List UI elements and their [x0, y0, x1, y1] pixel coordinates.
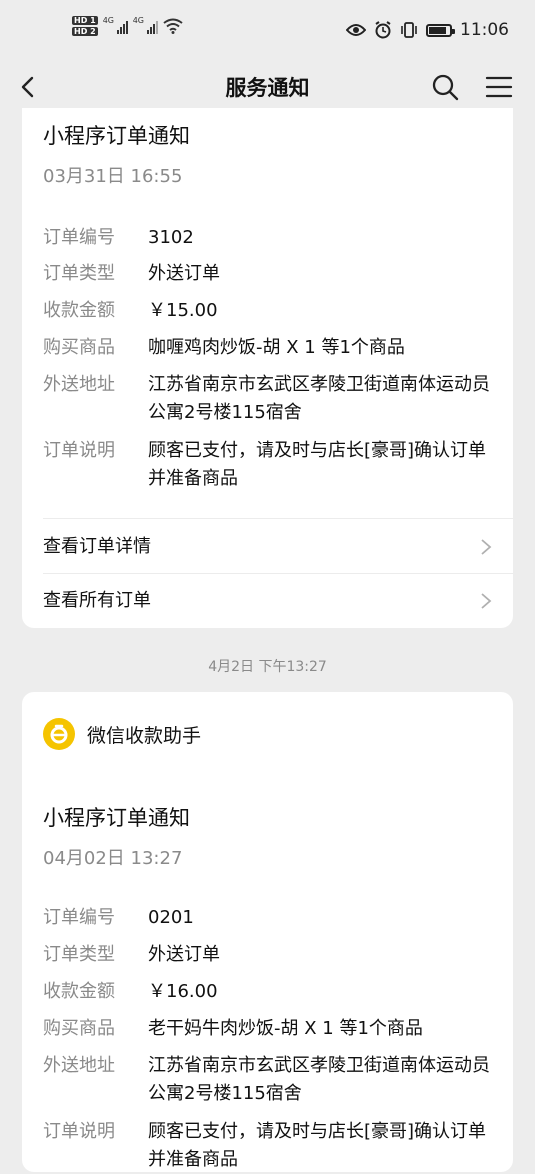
- detail-row: 收款金额 ￥15.00: [43, 297, 493, 325]
- row-value: 老干妈牛肉炒饭-胡 X 1 等1个商品: [148, 1018, 423, 1039]
- row-value: 江苏省南京市玄武区孝陵卫街道南体运动员公寓2号楼115宿舍: [148, 374, 490, 423]
- app-header[interactable]: 微信收款助手: [43, 718, 201, 750]
- row-value: 0201: [148, 907, 194, 928]
- row-label: 订单类型: [43, 263, 115, 284]
- signal-icon-2: 4G: [133, 16, 158, 34]
- status-right: 11:06: [346, 20, 509, 40]
- card-date: 03月31日 16:55: [43, 166, 183, 187]
- card-title: 小程序订单通知: [43, 124, 190, 148]
- menu-icon[interactable]: [484, 72, 514, 102]
- chevron-right-icon: [481, 593, 492, 609]
- detail-row: 订单编号 3102: [43, 224, 493, 252]
- view-all-orders-link[interactable]: 查看所有订单: [43, 586, 493, 616]
- app-name: 微信收款助手: [87, 724, 202, 747]
- eye-icon: [346, 24, 366, 36]
- row-label: 外送地址: [43, 1055, 115, 1076]
- row-label: 订单说明: [43, 1121, 115, 1142]
- row-label: 订单类型: [43, 944, 115, 965]
- wifi-icon: [163, 18, 183, 34]
- clock: 11:06: [460, 20, 509, 40]
- row-value: 咖喱鸡肉炒饭-胡 X 1 等1个商品: [148, 337, 405, 358]
- status-left: HD 1 HD 2 4G 4G: [72, 16, 183, 36]
- detail-row: 订单说明 顾客已支付，请及时与店长[豪哥]确认订单并准备商品: [43, 1118, 493, 1174]
- hd1-badge: HD 1: [72, 16, 98, 25]
- detail-row: 外送地址 江苏省南京市玄武区孝陵卫街道南体运动员公寓2号楼115宿舍: [43, 1052, 493, 1108]
- view-order-detail-link[interactable]: 查看订单详情: [43, 532, 493, 562]
- row-label: 外送地址: [43, 374, 115, 395]
- app-logo-icon: [50, 724, 68, 744]
- row-value: 顾客已支付，请及时与店长[豪哥]确认订单并准备商品: [148, 440, 487, 489]
- link-label: 查看订单详情: [43, 536, 151, 557]
- card-title: 小程序订单通知: [43, 806, 190, 830]
- status-bar: HD 1 HD 2 4G 4G 11:06: [0, 0, 535, 66]
- card-date: 04月02日 13:27: [43, 848, 183, 869]
- message-timestamp: 4月2日 下午13:27: [208, 659, 327, 675]
- hd-badges: HD 1 HD 2: [72, 16, 98, 36]
- wechat-pay-assistant-icon: [43, 718, 75, 750]
- row-label: 购买商品: [43, 337, 115, 358]
- row-label: 订单说明: [43, 440, 115, 461]
- row-label: 收款金额: [43, 300, 115, 321]
- detail-row: 收款金额 ￥16.00: [43, 978, 493, 1006]
- row-value: ￥16.00: [148, 981, 218, 1002]
- row-value: 顾客已支付，请及时与店长[豪哥]确认订单并准备商品: [148, 1121, 487, 1170]
- detail-row: 订单类型 外送订单: [43, 941, 493, 969]
- chevron-right-icon: [481, 539, 492, 555]
- row-value: 江苏省南京市玄武区孝陵卫街道南体运动员公寓2号楼115宿舍: [148, 1055, 490, 1104]
- order-notification-card[interactable]: 微信收款助手 小程序订单通知 04月02日 13:27 订单编号 0201 订单…: [22, 692, 513, 1172]
- vibrate-icon: [401, 22, 417, 38]
- divider: [43, 573, 513, 574]
- detail-row: 订单编号 0201: [43, 904, 493, 932]
- detail-row: 购买商品 老干妈牛肉炒饭-胡 X 1 等1个商品: [43, 1015, 493, 1043]
- row-label: 订单编号: [43, 907, 115, 928]
- alarm-icon: [375, 21, 391, 39]
- hd2-badge: HD 2: [72, 27, 98, 36]
- row-value: 3102: [148, 227, 194, 248]
- divider: [43, 518, 513, 519]
- detail-row: 订单说明 顾客已支付，请及时与店长[豪哥]确认订单并准备商品: [43, 437, 493, 493]
- row-label: 购买商品: [43, 1018, 115, 1039]
- order-notification-card[interactable]: 小程序订单通知 03月31日 16:55 订单编号 3102 订单类型 外送订单…: [22, 108, 513, 628]
- battery-icon: [426, 23, 455, 37]
- row-value: 外送订单: [148, 263, 220, 284]
- detail-row: 购买商品 咖喱鸡肉炒饭-胡 X 1 等1个商品: [43, 334, 493, 362]
- row-label: 订单编号: [43, 227, 115, 248]
- row-value: ￥15.00: [148, 300, 218, 321]
- link-label: 查看所有订单: [43, 590, 151, 611]
- search-icon[interactable]: [430, 72, 460, 102]
- detail-row: 外送地址 江苏省南京市玄武区孝陵卫街道南体运动员公寓2号楼115宿舍: [43, 371, 493, 427]
- signal-icon-1: 4G: [103, 16, 128, 34]
- detail-row: 订单类型 外送订单: [43, 260, 493, 288]
- nav-bar: 服务通知: [0, 66, 535, 108]
- row-value: 外送订单: [148, 944, 220, 965]
- row-label: 收款金额: [43, 981, 115, 1002]
